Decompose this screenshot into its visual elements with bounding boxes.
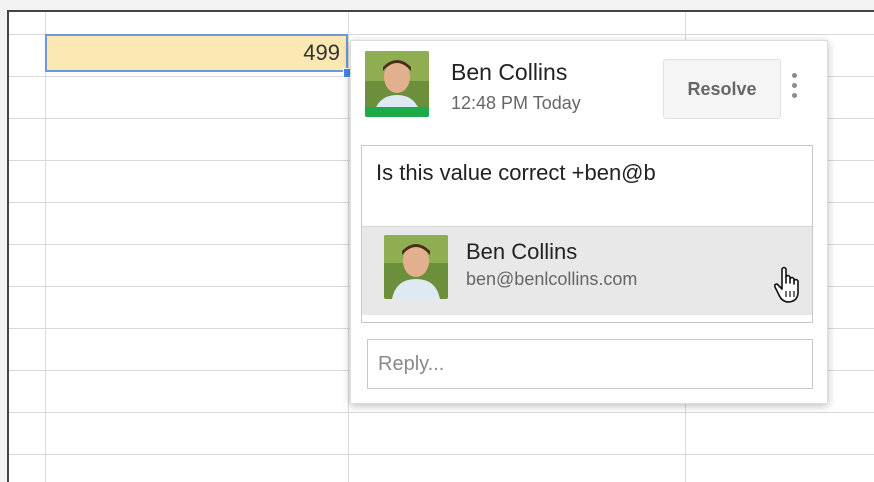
comment-compose-box[interactable]: Is this value correct +ben@b Ben Collins… [361,145,813,323]
comment-timestamp: 12:48 PM Today [451,93,581,113]
resolve-button[interactable]: Resolve [663,59,781,119]
suggestion-email: ben@benlcollins.com [466,269,638,289]
comment-author-name: Ben Collins [451,59,568,85]
vertical-dots-icon[interactable] [789,73,799,105]
selected-cell[interactable]: 499 [45,34,348,72]
row-divider [9,412,874,413]
comment-popup: Ben Collins 12:48 PM Today Resolve Is th… [350,40,828,404]
comment-compose-text[interactable]: Is this value correct +ben@b [376,160,656,186]
reply-input[interactable] [367,339,813,389]
cell-value: 499 [303,40,340,65]
row-divider [9,454,874,455]
mention-suggestion-item[interactable]: Ben Collins ben@benlcollins.com [362,226,812,315]
author-avatar [365,51,429,117]
presence-status-bar [365,107,429,117]
suggestion-name: Ben Collins [466,239,578,264]
hand-pointer-icon [772,265,806,305]
suggestion-avatar [384,235,448,299]
